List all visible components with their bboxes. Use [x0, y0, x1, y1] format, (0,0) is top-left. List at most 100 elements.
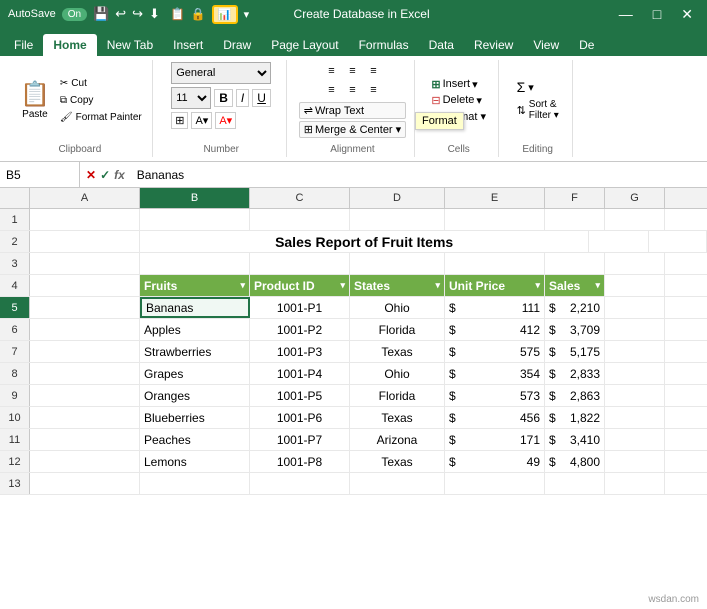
- unitprice-dropdown[interactable]: ▾: [535, 280, 540, 291]
- align-middle-left-btn[interactable]: ≡: [321, 81, 341, 99]
- clipboard-icon[interactable]: 📋: [170, 7, 185, 21]
- cancel-formula-icon[interactable]: ✕: [86, 168, 96, 182]
- fruits-dropdown[interactable]: ▾: [240, 280, 245, 291]
- cell-a8[interactable]: [30, 363, 140, 384]
- cell-f13[interactable]: [545, 473, 605, 494]
- tab-view[interactable]: View: [523, 34, 569, 56]
- cell-b6[interactable]: Apples: [140, 319, 250, 340]
- productid-dropdown[interactable]: ▾: [340, 280, 345, 291]
- cell-c4-productid[interactable]: Product ID ▾: [250, 275, 350, 296]
- cell-a9[interactable]: [30, 385, 140, 406]
- paste-button[interactable]: 📋 Paste: [16, 78, 54, 122]
- cell-b7[interactable]: Strawberries: [140, 341, 250, 362]
- align-middle-center-btn[interactable]: ≡: [342, 81, 362, 99]
- cell-a3[interactable]: [30, 253, 140, 274]
- cell-d11[interactable]: Arizona: [350, 429, 445, 450]
- cell-g3[interactable]: [605, 253, 665, 274]
- format-painter-button[interactable]: 🖌 Format Painter: [58, 110, 144, 125]
- cell-d8[interactable]: Ohio: [350, 363, 445, 384]
- font-family-select[interactable]: General Calibri Arial: [171, 62, 271, 84]
- lock-icon[interactable]: 🔒: [191, 7, 206, 21]
- cell-g9[interactable]: [605, 385, 665, 406]
- border-button[interactable]: ⊞: [171, 112, 188, 129]
- cell-c13[interactable]: [250, 473, 350, 494]
- italic-button[interactable]: I: [236, 89, 249, 107]
- tab-draw[interactable]: Draw: [213, 34, 261, 56]
- confirm-formula-icon[interactable]: ✓: [100, 168, 110, 182]
- cell-g5[interactable]: [605, 297, 665, 318]
- cell-a6[interactable]: [30, 319, 140, 340]
- fill-color-button[interactable]: A▾: [191, 112, 212, 129]
- cell-e11[interactable]: $171: [445, 429, 545, 450]
- tab-format[interactable]: Formulas: [349, 34, 419, 56]
- save-icon[interactable]: 💾: [93, 6, 109, 22]
- cell-c9[interactable]: 1001-P5: [250, 385, 350, 406]
- cell-f12[interactable]: $4,800: [545, 451, 605, 472]
- cell-f5[interactable]: $2,210: [545, 297, 605, 318]
- highlighted-icon[interactable]: 📊: [212, 5, 238, 24]
- cell-c10[interactable]: 1001-P6: [250, 407, 350, 428]
- cell-e8[interactable]: $354: [445, 363, 545, 384]
- cell-reference-box[interactable]: B5: [0, 162, 80, 187]
- col-header-g[interactable]: G: [605, 188, 665, 208]
- delete-cells-button[interactable]: ⊟ Delete ▾: [428, 93, 489, 108]
- cell-b2-title[interactable]: Sales Report of Fruit Items: [140, 231, 589, 252]
- cell-c6[interactable]: 1001-P2: [250, 319, 350, 340]
- cell-g4[interactable]: [605, 275, 665, 296]
- cell-d13[interactable]: [350, 473, 445, 494]
- cell-c3[interactable]: [250, 253, 350, 274]
- cell-d7[interactable]: Texas: [350, 341, 445, 362]
- cell-g7[interactable]: [605, 341, 665, 362]
- cell-d10[interactable]: Texas: [350, 407, 445, 428]
- cell-f2[interactable]: [589, 231, 649, 252]
- cell-b12[interactable]: Lemons: [140, 451, 250, 472]
- cell-b3[interactable]: [140, 253, 250, 274]
- tab-insert[interactable]: Insert: [163, 34, 213, 56]
- col-header-e[interactable]: E: [445, 188, 545, 208]
- cell-e10[interactable]: $456: [445, 407, 545, 428]
- tab-newtab[interactable]: New Tab: [97, 34, 163, 56]
- copy-button[interactable]: ⧉ Copy: [58, 93, 144, 108]
- tab-data[interactable]: Data: [419, 34, 464, 56]
- wrap-text-button[interactable]: ⇌ Wrap Text: [299, 102, 406, 119]
- merge-center-button[interactable]: ⊞ Merge & Center ▾: [299, 121, 406, 138]
- cell-f9[interactable]: $2,863: [545, 385, 605, 406]
- undo-icon[interactable]: ↩: [115, 6, 126, 22]
- cell-a1[interactable]: [30, 209, 140, 230]
- states-dropdown[interactable]: ▾: [435, 280, 440, 291]
- cell-b13[interactable]: [140, 473, 250, 494]
- cell-f1[interactable]: [545, 209, 605, 230]
- cell-e1[interactable]: [445, 209, 545, 230]
- cell-g6[interactable]: [605, 319, 665, 340]
- cell-g2[interactable]: [649, 231, 707, 252]
- cell-g13[interactable]: [605, 473, 665, 494]
- cell-b1[interactable]: [140, 209, 250, 230]
- minimize-btn[interactable]: —: [613, 6, 639, 23]
- cell-g8[interactable]: [605, 363, 665, 384]
- cell-e9[interactable]: $573: [445, 385, 545, 406]
- cell-e13[interactable]: [445, 473, 545, 494]
- cell-b9[interactable]: Oranges: [140, 385, 250, 406]
- cell-g1[interactable]: [605, 209, 665, 230]
- cell-f4-sales[interactable]: Sales ▾: [545, 275, 605, 296]
- redo-icon[interactable]: ↪: [132, 6, 143, 22]
- insert-cells-button[interactable]: ⊞ Insert ▾: [428, 77, 489, 92]
- font-color-button[interactable]: A▾: [215, 112, 236, 129]
- cell-a13[interactable]: [30, 473, 140, 494]
- cut-button[interactable]: ✂ Cut: [58, 76, 144, 91]
- sort-filter-button[interactable]: ⇅ Sort & Filter ▾: [514, 98, 562, 122]
- bold-button[interactable]: B: [214, 89, 233, 107]
- cell-a10[interactable]: [30, 407, 140, 428]
- tab-pagelayout[interactable]: Page Layout: [261, 34, 348, 56]
- col-header-f[interactable]: F: [545, 188, 605, 208]
- cell-b10[interactable]: Blueberries: [140, 407, 250, 428]
- cell-f6[interactable]: $3,709: [545, 319, 605, 340]
- align-middle-right-btn[interactable]: ≡: [363, 81, 383, 99]
- maximize-btn[interactable]: □: [647, 6, 667, 23]
- align-top-right-btn[interactable]: ≡: [363, 62, 383, 80]
- tab-review[interactable]: Review: [464, 34, 523, 56]
- cell-c7[interactable]: 1001-P3: [250, 341, 350, 362]
- cell-a2[interactable]: [30, 231, 140, 252]
- cell-c12[interactable]: 1001-P8: [250, 451, 350, 472]
- cell-d12[interactable]: Texas: [350, 451, 445, 472]
